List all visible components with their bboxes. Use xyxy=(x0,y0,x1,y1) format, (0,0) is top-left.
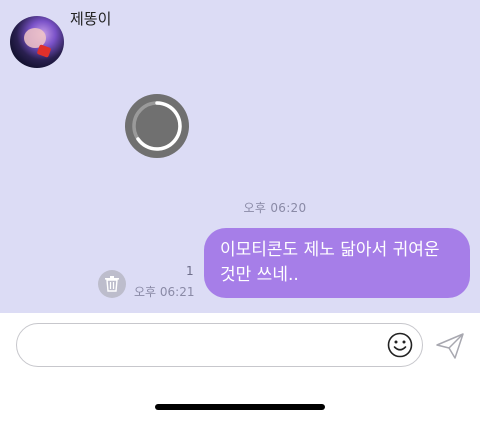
input-bar xyxy=(0,313,480,421)
send-button[interactable] xyxy=(435,332,465,360)
emoji-button[interactable] xyxy=(387,332,413,358)
delete-button[interactable] xyxy=(98,270,126,298)
chat-area: 제똥이 오후 06:20 이모티콘도 제노 닮아서 귀여운 것만 쓰네.. 1 … xyxy=(0,0,480,313)
paper-plane-icon xyxy=(436,333,464,359)
sender-name: 제똥이 xyxy=(70,10,112,28)
trash-icon xyxy=(105,276,119,292)
sender-avatar[interactable] xyxy=(10,16,64,68)
chat-timestamp: 오후 06:20 xyxy=(243,201,307,215)
message-input[interactable] xyxy=(16,323,423,367)
my-message-bubble[interactable]: 이모티콘도 제노 닮아서 귀여운 것만 쓰네.. xyxy=(204,228,470,298)
message-text-line-1: 이모티콘도 제노 닮아서 귀여운 xyxy=(220,240,440,260)
home-indicator xyxy=(155,404,325,410)
loading-spinner-icon xyxy=(125,94,189,158)
message-text-line-2: 것만 쓰네.. xyxy=(220,265,299,285)
smiley-icon xyxy=(387,332,413,358)
message-time: 오후 06:21 xyxy=(134,285,195,299)
unread-count: 1 xyxy=(186,264,194,278)
